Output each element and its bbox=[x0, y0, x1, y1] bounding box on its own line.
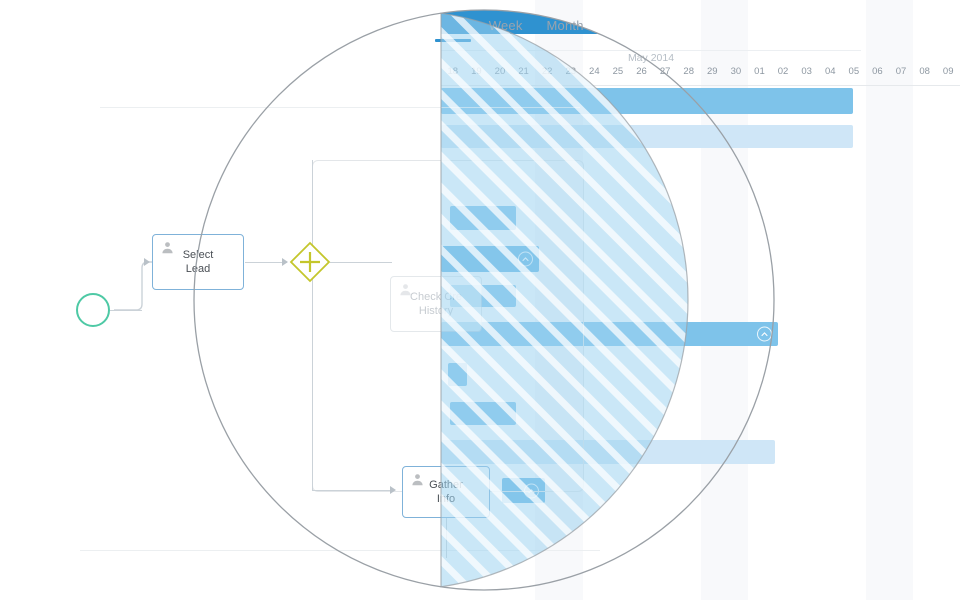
task-select-lead[interactable]: Select Lead bbox=[152, 234, 244, 290]
pool-divider-top bbox=[100, 107, 580, 108]
parallel-gateway[interactable] bbox=[288, 240, 332, 284]
arrowhead-to-select-lead bbox=[144, 258, 150, 266]
task-check-credit-history[interactable]: Check Cre History bbox=[390, 276, 482, 332]
task-label: Check Cre History bbox=[410, 291, 462, 317]
arrowhead-to-gather-info bbox=[390, 486, 396, 494]
connector-gateway-out bbox=[330, 262, 392, 263]
screenshot-stage: Day Week Month May 2014 18 19 20 21 22 23 24 25… bbox=[0, 0, 960, 600]
connector-gather-down bbox=[446, 518, 447, 558]
connector-gateway-branch-vertical bbox=[312, 160, 313, 490]
bpmn-canvas: Select Lead Check Cre History Gather Info bbox=[0, 0, 600, 600]
connector-select-to-gateway bbox=[245, 262, 287, 263]
start-event[interactable] bbox=[76, 293, 110, 327]
task-gather-info[interactable]: Gather Info bbox=[402, 466, 490, 518]
pool-divider-bottom bbox=[80, 550, 600, 551]
connector-branch-to-gather bbox=[312, 490, 390, 491]
task-label: Select Lead bbox=[182, 249, 214, 275]
bpmn-diagram-panel: Select Lead Check Cre History Gather Info bbox=[0, 0, 960, 600]
task-label: Gather Info bbox=[429, 479, 463, 505]
